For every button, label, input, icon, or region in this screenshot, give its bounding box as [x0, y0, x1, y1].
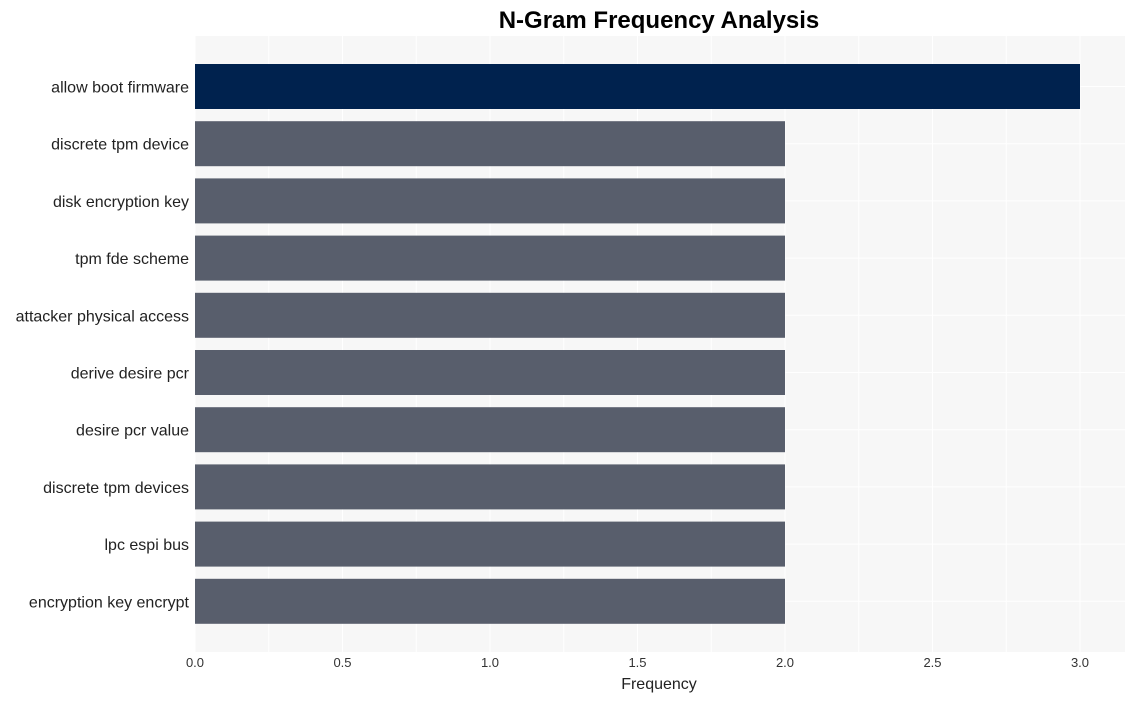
y-tick-label: encryption key encrypt [29, 594, 190, 611]
y-tick-label: discrete tpm device [51, 137, 189, 154]
y-tick-label: attacker physical access [16, 308, 189, 325]
y-tick-label: disk encryption key [53, 194, 189, 211]
bar-lpc-espi-bus [195, 521, 785, 567]
bar-attacker-physical-access [195, 292, 785, 338]
bar-allow-boot-firmware [195, 64, 1080, 109]
x-tick-label: 1.5 [628, 655, 646, 670]
y-tick-label: discrete tpm devices [43, 480, 189, 497]
bar-derive-desire-pcr [195, 350, 785, 395]
chart-title: N-Gram Frequency Analysis [499, 7, 820, 34]
x-axis-label: Frequency [621, 676, 697, 693]
y-tick-label: allow boot firmware [51, 80, 189, 97]
y-tick-label: derive desire pcr [71, 366, 190, 383]
x-tick-label: 2.0 [776, 655, 794, 670]
bar-discrete-tpm-device [195, 121, 785, 167]
x-axis-ticks: 0.0 0.5 1.0 1.5 2.0 2.5 3.0 [186, 655, 1089, 670]
bar-disk-encryption-key [195, 178, 785, 224]
bar-discrete-tpm-devices [195, 464, 785, 510]
y-tick-label: tpm fde scheme [75, 251, 189, 268]
x-tick-label: 0.0 [186, 655, 204, 670]
ngram-bar-chart: allow boot firmware discrete tpm device di… [16, 7, 1125, 693]
y-axis-labels: allow boot firmware discrete tpm device di… [16, 80, 190, 612]
y-tick-label: lpc espi bus [105, 537, 190, 554]
bar-desire-pcr-value [195, 407, 785, 453]
y-tick-label: desire pcr value [76, 423, 189, 440]
x-tick-label: 0.5 [333, 655, 351, 670]
x-tick-label: 3.0 [1071, 655, 1089, 670]
bar-encryption-key-encrypt [195, 578, 785, 624]
x-tick-label: 2.5 [923, 655, 941, 670]
bar-tpm-fde-scheme [195, 235, 785, 281]
x-tick-label: 1.0 [481, 655, 499, 670]
